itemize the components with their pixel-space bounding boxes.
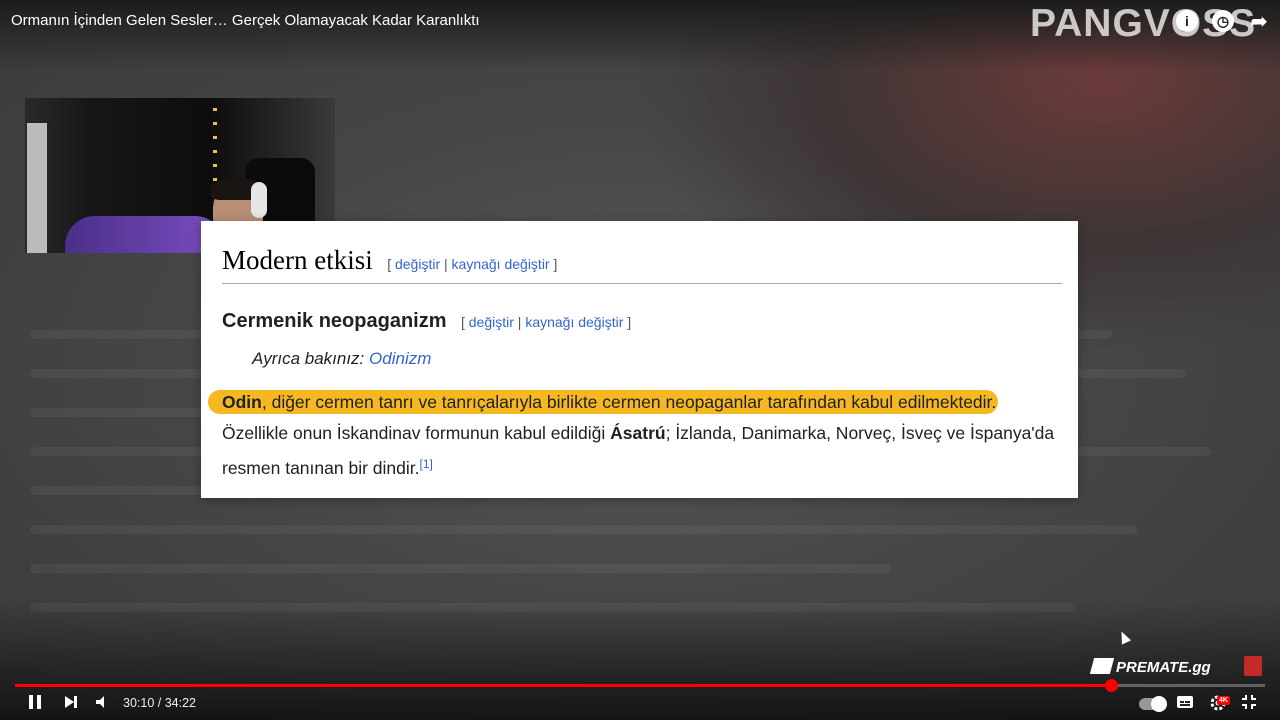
section-heading: Modern etkisi bbox=[222, 245, 373, 275]
autoplay-knob bbox=[1151, 696, 1167, 712]
subsection-edit-links: [ değiştir | kaynağı değiştir ] bbox=[461, 314, 631, 330]
webcam-monitor bbox=[27, 123, 47, 253]
pause-button[interactable] bbox=[27, 694, 43, 710]
edit-source-link[interactable]: kaynağı değiştir bbox=[452, 256, 550, 272]
separator: | bbox=[517, 314, 522, 330]
bracket-close: ] bbox=[627, 314, 632, 330]
autoplay-toggle[interactable] bbox=[1139, 696, 1167, 712]
sponsor-logo: PREMATE.gg bbox=[1089, 658, 1211, 676]
sentence-text: Özellikle onun İskandinav formunun kabul… bbox=[222, 423, 611, 443]
quality-badge: 4K bbox=[1217, 696, 1230, 705]
youtube-logo-icon bbox=[1244, 656, 1262, 676]
pause-icon bbox=[29, 695, 41, 709]
article-paragraph: Odin, diğer cermen tanrı ve tanrıçalarıy… bbox=[208, 387, 1072, 484]
top-right-actions: i ◷ ➦ bbox=[1176, 10, 1270, 33]
share-icon[interactable]: ➦ bbox=[1248, 10, 1270, 33]
info-icon[interactable]: i bbox=[1176, 10, 1198, 32]
separator: | bbox=[444, 256, 448, 272]
video-title[interactable]: Ormanın İçinden Gelen Sesler… Gerçek Ola… bbox=[11, 12, 480, 29]
reference-link[interactable]: [1] bbox=[419, 457, 432, 471]
next-icon bbox=[65, 696, 77, 708]
time-display: 30:10 / 34:22 bbox=[123, 696, 196, 710]
exit-fullscreen-button[interactable] bbox=[1241, 694, 1257, 710]
edit-link[interactable]: değiştir bbox=[395, 256, 440, 272]
next-button[interactable] bbox=[63, 694, 79, 710]
edit-link[interactable]: değiştir bbox=[469, 314, 514, 330]
see-also-note: Ayrıca bakınız: Odinizm bbox=[252, 349, 431, 369]
watch-later-icon[interactable]: ◷ bbox=[1212, 10, 1234, 32]
exit-fullscreen-icon bbox=[1242, 695, 1256, 709]
bold-term: Ásatrú bbox=[610, 423, 666, 443]
section-heading-row: Modern etkisi [ değiştir | kaynağı değiş… bbox=[222, 245, 1062, 284]
volume-icon bbox=[96, 696, 104, 708]
see-also-label: Ayrıca bakınız: bbox=[252, 349, 365, 368]
bracket-open: [ bbox=[460, 314, 465, 330]
edit-source-link[interactable]: kaynağı değiştir bbox=[525, 314, 623, 330]
sentence-text: , diğer cermen tanrı ve tanrıçalarıyla b… bbox=[261, 392, 997, 412]
sponsor-text: PREMATE.gg bbox=[1116, 659, 1211, 676]
highlighted-sentence: Odin, diğer cermen tanrı ve tanrıçalarıy… bbox=[208, 390, 999, 414]
section-edit-links: [ değiştir | kaynağı değiştir ] bbox=[387, 256, 557, 272]
subsection-heading-row: Cermenik neopaganizm [ değiştir | kaynağ… bbox=[222, 310, 631, 333]
see-also-link[interactable]: Odinizm bbox=[369, 349, 431, 368]
bracket-close: ] bbox=[553, 256, 558, 272]
bold-term: Odin bbox=[222, 392, 262, 412]
subtitles-button[interactable] bbox=[1176, 694, 1194, 710]
headphones-icon bbox=[251, 182, 267, 218]
subtitles-icon bbox=[1177, 696, 1193, 708]
progress-played bbox=[15, 684, 1112, 687]
wikipedia-excerpt: Modern etkisi [ değiştir | kaynağı değiş… bbox=[201, 221, 1078, 498]
volume-button[interactable] bbox=[94, 694, 110, 710]
bracket-open: [ bbox=[387, 256, 392, 272]
subsection-heading: Cermenik neopaganizm bbox=[222, 310, 447, 332]
progress-bar[interactable] bbox=[15, 679, 1265, 692]
premate-logo-icon bbox=[1089, 658, 1115, 674]
